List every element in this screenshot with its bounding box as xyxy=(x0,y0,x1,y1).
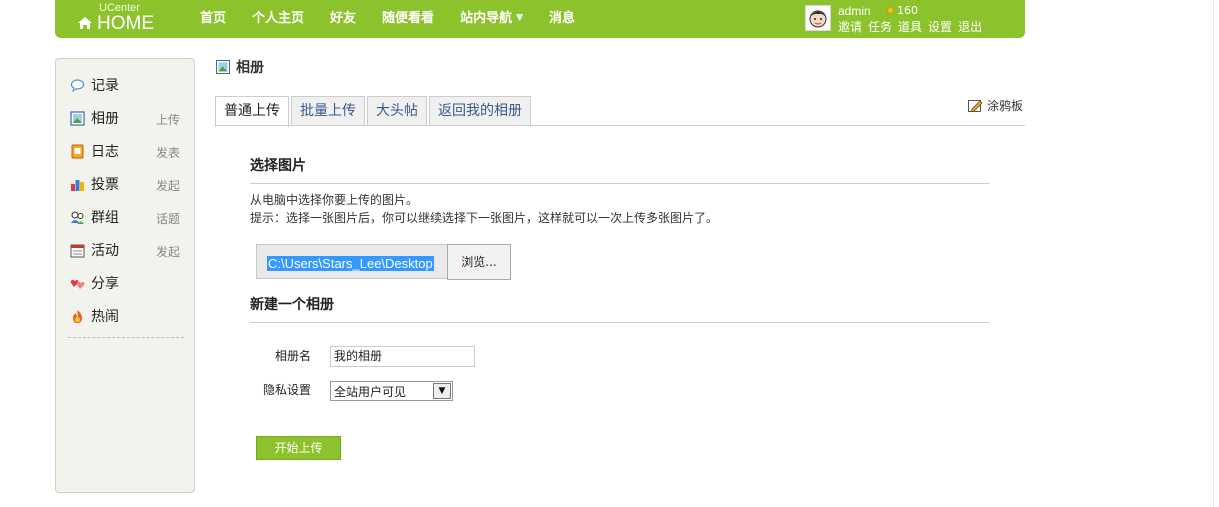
start-upload-button[interactable]: 开始上传 xyxy=(256,436,341,460)
sidebar-item-label: 记录 xyxy=(91,78,119,94)
user-panel: admin 160 邀请 任务 道具 设置 退出 xyxy=(805,4,1020,34)
sidebar-divider xyxy=(68,337,184,338)
chevron-down-icon[interactable]: ▼ xyxy=(433,383,451,399)
tab-back-to-album[interactable]: 返回我的相册 xyxy=(429,96,531,126)
file-input[interactable]: C:\Users\Stars_Lee\Desktop 浏览... xyxy=(256,244,511,280)
sidebar-item-label: 日志 xyxy=(91,144,119,160)
sidebar-action-post[interactable]: 发表 xyxy=(156,145,180,161)
nav-home[interactable]: 首页 xyxy=(200,10,226,29)
page-title-text: 相册 xyxy=(236,60,264,76)
tasks-link[interactable]: 任务 xyxy=(868,20,892,34)
username[interactable]: admin xyxy=(838,4,871,18)
select-image-tip: 提示：选择一张图片后，你可以继续选择下一张图片，这样就可以一次上传多张图片了。 xyxy=(250,211,719,225)
speech-bubble-icon xyxy=(70,79,85,93)
tab-normal-upload[interactable]: 普通上传 xyxy=(215,96,289,127)
fire-icon xyxy=(73,310,82,323)
file-path-value: C:\Users\Stars_Lee\Desktop xyxy=(267,256,434,271)
top-bar: UCenter HOME 首页 个人主页 好友 随便看看 站内导航 ▼ 消息 ad… xyxy=(55,0,1025,38)
section-divider xyxy=(250,322,989,323)
tab-batch-upload[interactable]: 批量上传 xyxy=(291,96,365,126)
nav-browse[interactable]: 随便看看 xyxy=(382,10,434,29)
privacy-value: 全站用户可见 xyxy=(334,385,407,399)
select-image-desc: 从电脑中选择你要上传的图片。 xyxy=(250,193,419,207)
sidebar-item-label: 分享 xyxy=(91,276,119,292)
main-nav: 首页 个人主页 好友 随便看看 站内导航 ▼ 消息 xyxy=(200,10,601,29)
nav-site-navigation[interactable]: 站内导航 ▼ xyxy=(460,10,523,29)
graffiti-board-label: 涂鸦板 xyxy=(987,99,1024,113)
new-album-title: 新建一个相册 xyxy=(250,297,334,313)
album-name-input[interactable]: 我的相册 xyxy=(330,346,475,367)
settings-link[interactable]: 设置 xyxy=(928,20,952,34)
sidebar-item-label: 活动 xyxy=(91,243,119,259)
coin-icon xyxy=(887,7,894,14)
hearts-icon xyxy=(70,280,85,289)
file-path-field[interactable]: C:\Users\Stars_Lee\Desktop xyxy=(267,255,447,273)
bar-chart-icon xyxy=(71,180,84,191)
photo-icon xyxy=(216,60,230,74)
items-link[interactable]: 道具 xyxy=(898,20,922,34)
avatar-face-icon xyxy=(806,6,830,30)
logo-main-text: HOME xyxy=(97,13,154,34)
group-icon xyxy=(71,211,84,224)
caret-down-icon[interactable]: ▼ xyxy=(516,13,523,23)
sidebar-item-label: 热闹 xyxy=(91,309,119,325)
sidebar-item-album[interactable]: 相册 上传 xyxy=(70,108,182,130)
tab-photo-sticker[interactable]: 大头帖 xyxy=(367,96,427,126)
photo-icon xyxy=(70,111,85,126)
pencil-board-icon xyxy=(968,100,983,112)
diary-icon xyxy=(71,144,84,159)
avatar[interactable] xyxy=(805,5,831,31)
sidebar-action-upload[interactable]: 上传 xyxy=(156,112,180,128)
nav-friends[interactable]: 好友 xyxy=(330,10,356,29)
sidebar-item-label: 群组 xyxy=(91,210,119,226)
sidebar-action-start-event[interactable]: 发起 xyxy=(156,244,180,260)
sidebar-item-share[interactable]: 分享 xyxy=(70,273,182,295)
calendar-icon xyxy=(70,244,85,258)
privacy-label: 隐私设置 xyxy=(262,383,311,397)
sidebar-action-topic[interactable]: 话题 xyxy=(156,211,180,227)
home-icon xyxy=(78,17,92,29)
sidebar-action-start-poll[interactable]: 发起 xyxy=(156,178,180,194)
nav-messages[interactable]: 消息 xyxy=(549,10,575,29)
sidebar-item-records[interactable]: 记录 xyxy=(70,75,182,97)
logout-link[interactable]: 退出 xyxy=(958,20,982,34)
sidebar-item-event[interactable]: 活动 发起 xyxy=(70,240,182,262)
tab-divider xyxy=(215,125,1025,126)
sidebar-item-trending[interactable]: 热闹 xyxy=(70,306,182,328)
sidebar: 记录 相册 上传 日志 发表 投票 发起 群组 话题 活动 发起 分享 热闹 xyxy=(55,58,195,493)
sidebar-item-group[interactable]: 群组 话题 xyxy=(70,207,182,229)
album-name-label: 相册名 xyxy=(274,349,311,363)
select-image-title: 选择图片 xyxy=(250,158,306,174)
graffiti-board-link[interactable]: 涂鸦板 xyxy=(968,98,1023,114)
invite-link[interactable]: 邀请 xyxy=(838,20,862,34)
user-links: 邀请 任务 道具 设置 退出 xyxy=(838,20,988,34)
browse-button[interactable]: 浏览... xyxy=(447,244,511,280)
privacy-select[interactable]: 全站用户可见 ▼ xyxy=(330,381,453,401)
nav-profile[interactable]: 个人主页 xyxy=(252,10,304,29)
nav-site-navigation-label: 站内导航 xyxy=(460,11,513,26)
upload-tabs: 普通上传 批量上传 大头帖 返回我的相册 xyxy=(215,96,533,127)
sidebar-item-label: 投票 xyxy=(91,177,119,193)
sidebar-item-poll[interactable]: 投票 发起 xyxy=(70,174,182,196)
section-divider xyxy=(250,183,989,184)
sidebar-item-label: 相册 xyxy=(91,111,119,127)
page-edge xyxy=(1213,0,1219,507)
credit-value: 160 xyxy=(897,4,918,17)
sidebar-item-blog[interactable]: 日志 发表 xyxy=(70,141,182,163)
credits[interactable]: 160 xyxy=(887,4,918,18)
